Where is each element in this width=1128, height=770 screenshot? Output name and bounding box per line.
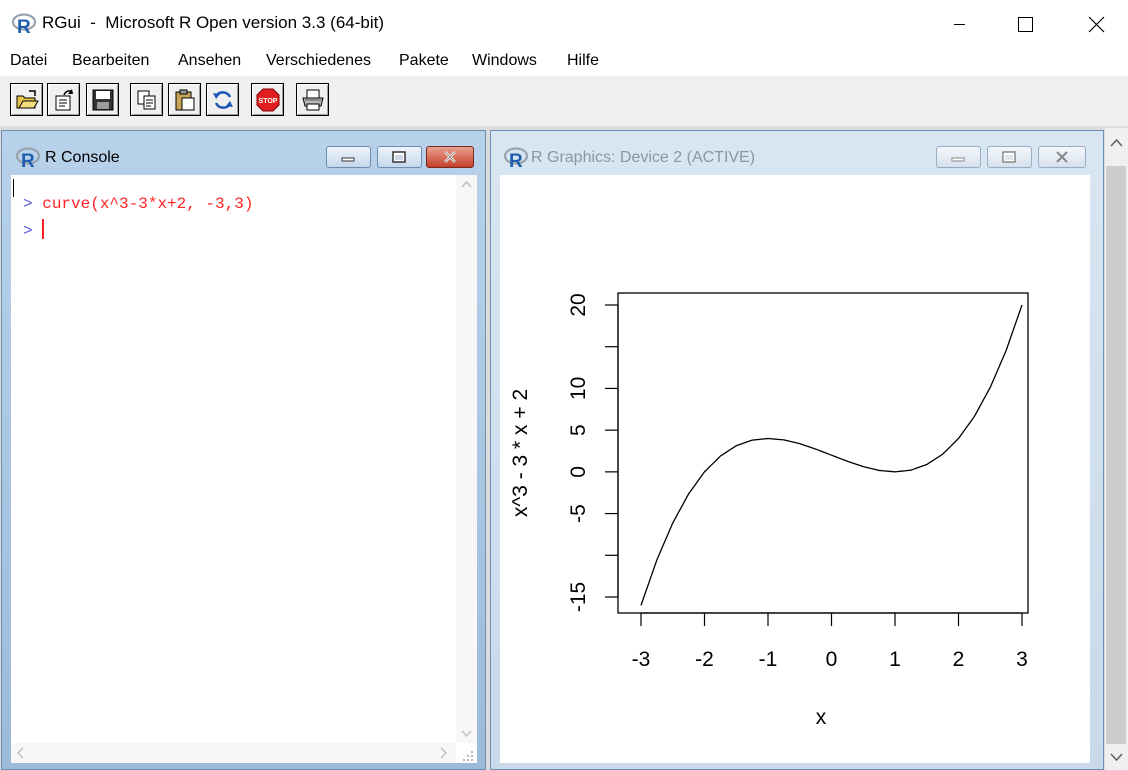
toolbar: STOP — [0, 76, 1128, 126]
x-tick-label: -3 — [632, 648, 651, 671]
restore-icon — [392, 151, 406, 163]
y-tick-label: 20 — [567, 293, 590, 316]
open-script-button[interactable] — [10, 83, 43, 116]
load-workspace-button[interactable] — [47, 83, 80, 116]
menu-windows[interactable]: Windows — [472, 52, 537, 70]
x-tick-label: 2 — [953, 648, 965, 671]
x-axis: -3 -2 -1 0 1 2 3 — [632, 612, 1028, 671]
text-caret-marker — [13, 179, 14, 197]
close-icon — [1056, 151, 1068, 163]
console-maximize-button[interactable] — [377, 146, 422, 168]
console-command: curve(x^3-3*x+2, -3,3) — [42, 195, 254, 213]
console-line: > — [23, 219, 45, 240]
y-axis-label: x^3 - 3 * x + 2 — [509, 389, 532, 517]
stop-icon: STOP — [256, 88, 280, 112]
graphics-canvas: -3 -2 -1 0 1 2 3 -15 -5 0 5 10 20 x x^3 - 3 * x + 2 — [500, 175, 1090, 763]
scroll-down-icon — [1110, 753, 1123, 762]
console-prompt: > — [23, 195, 33, 213]
menu-datei[interactable]: Datei — [10, 52, 47, 70]
stop-label: STOP — [259, 98, 278, 105]
save-workspace-button[interactable] — [86, 83, 119, 116]
scroll-right-icon — [440, 747, 448, 759]
svg-text:R: R — [509, 151, 523, 169]
menu-verschiedenes[interactable]: Verschiedenes — [266, 52, 371, 70]
y-tick-label: -15 — [567, 582, 590, 612]
maximize-icon — [1018, 17, 1033, 32]
workspace-vertical-scrollbar[interactable] — [1105, 128, 1128, 770]
x-axis-label: x — [816, 706, 827, 729]
console-close-button[interactable] — [426, 146, 474, 168]
close-button[interactable] — [1073, 0, 1119, 48]
close-icon — [1088, 16, 1105, 33]
paste-icon — [175, 89, 195, 111]
y-tick-label: 5 — [567, 424, 590, 436]
menu-bearbeiten[interactable]: Bearbeiten — [72, 52, 149, 70]
menu-hilfe[interactable]: Hilfe — [567, 52, 599, 70]
r-logo-icon: R — [503, 147, 529, 174]
refresh-button[interactable] — [206, 83, 239, 116]
minimize-icon — [951, 157, 965, 162]
scroll-down-icon — [461, 730, 472, 738]
refresh-icon — [213, 91, 233, 109]
r-logo-icon: R — [11, 13, 37, 40]
title-bar[interactable]: R RGui - Microsoft R Open version 3.3 (6… — [0, 0, 1128, 48]
x-tick-label: -2 — [695, 648, 714, 671]
x-tick-label: 3 — [1016, 648, 1028, 671]
scroll-up-icon — [1110, 138, 1123, 147]
plot-box — [617, 292, 1029, 614]
scroll-left-icon — [16, 747, 24, 759]
console-window[interactable]: R R Console > curve(x^3-3*x+2, -3,3) > — [1, 130, 486, 770]
console-cursor — [42, 219, 45, 239]
graphics-window[interactable]: R R Graphics: Device 2 (ACTIVE) -3 -2 -1 0 1… — [490, 130, 1104, 770]
console-minimize-button[interactable] — [326, 146, 371, 168]
x-tick-label: 0 — [826, 648, 838, 671]
r-logo-icon: R — [15, 147, 41, 174]
open-script-icon — [16, 90, 39, 109]
console-prompt: > — [23, 222, 33, 240]
y-tick-label: 0 — [567, 466, 590, 478]
graphics-title: R Graphics: Device 2 (ACTIVE) — [531, 149, 756, 166]
y-tick-label: 10 — [567, 377, 590, 400]
svg-text:R: R — [21, 151, 35, 169]
console-horizontal-scrollbar[interactable] — [11, 743, 456, 763]
menu-bar: Datei Bearbeiten Ansehen Verschiedenes P… — [0, 48, 1128, 76]
y-axis: -15 -5 0 5 10 20 — [567, 293, 619, 612]
series-curve — [640, 304, 1023, 606]
copy-button[interactable] — [130, 83, 163, 116]
x-tick-label: -1 — [759, 648, 778, 671]
scroll-thumb[interactable] — [1106, 166, 1126, 744]
close-icon — [444, 151, 456, 163]
resize-grip-icon[interactable] — [456, 743, 477, 763]
scroll-up-icon — [461, 180, 472, 188]
minimize-button[interactable] — [936, 0, 982, 48]
minimize-icon — [341, 157, 355, 162]
console-text-area[interactable]: > curve(x^3-3*x+2, -3,3) > — [11, 175, 477, 763]
console-vertical-scrollbar[interactable] — [456, 175, 477, 743]
load-workspace-icon — [55, 89, 73, 111]
stop-button[interactable]: STOP — [251, 83, 284, 116]
menu-pakete[interactable]: Pakete — [399, 52, 449, 70]
print-icon — [302, 89, 324, 111]
graphics-maximize-button[interactable] — [987, 146, 1032, 168]
console-line: > curve(x^3-3*x+2, -3,3) — [23, 195, 253, 213]
graphics-minimize-button[interactable] — [936, 146, 981, 168]
chart: -3 -2 -1 0 1 2 3 -15 -5 0 5 10 20 x x^3 - 3 * x + 2 — [509, 292, 1029, 729]
y-tick-label: -5 — [567, 504, 590, 523]
paste-button[interactable] — [168, 83, 201, 116]
svg-text:R: R — [17, 17, 31, 35]
graphics-close-button[interactable] — [1038, 146, 1086, 168]
x-tick-label: 1 — [889, 648, 901, 671]
save-workspace-icon — [92, 89, 114, 111]
restore-icon — [1002, 151, 1016, 163]
window-title: RGui - Microsoft R Open version 3.3 (64-… — [42, 13, 385, 32]
copy-icon — [137, 90, 156, 110]
minimize-icon — [954, 24, 965, 25]
print-button[interactable] — [296, 83, 329, 116]
maximize-button[interactable] — [1002, 0, 1048, 48]
menu-ansehen[interactable]: Ansehen — [178, 52, 241, 70]
console-title: R Console — [45, 149, 120, 166]
